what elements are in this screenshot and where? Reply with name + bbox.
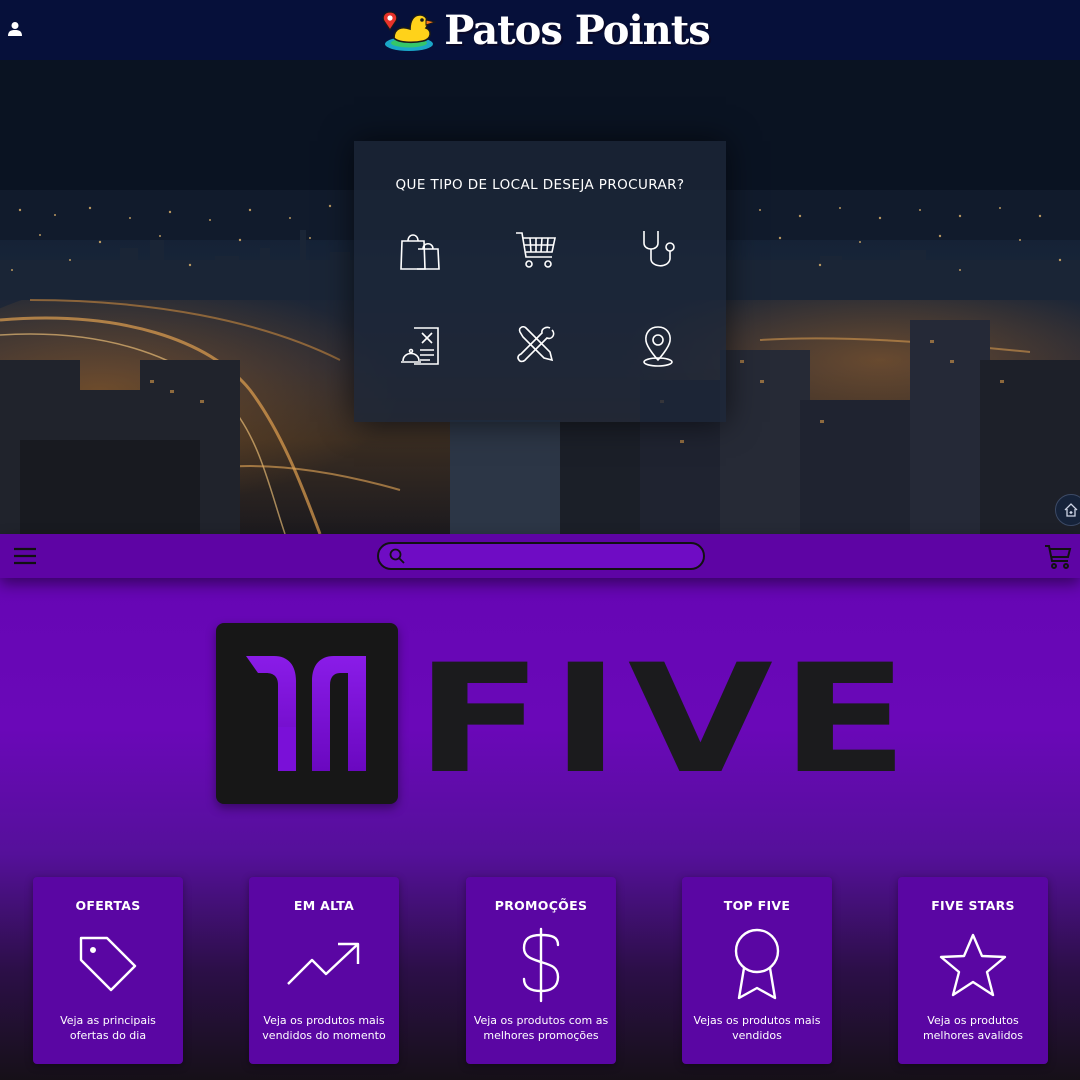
feature-title: PROMOÇÕES [494,898,588,913]
feature-title: EM ALTA [293,898,355,913]
top-header: Patos Points [0,0,1080,60]
feature-desc: Vejas os produtos mais vendidos [693,1014,821,1042]
location-type-card: QUE TIPO DE LOCAL DESEJA PROCURAR? [354,141,726,422]
feature-card-offers[interactable]: OFERTAS Veja as principais ofertas do di… [33,877,183,1064]
category-health[interactable] [628,219,688,279]
dollar-sign-icon [522,927,560,1002]
feature-title: TOP FIVE [723,898,791,913]
store-logo-mark [216,623,398,804]
feature-title: FIVE STARS [931,898,1015,913]
feature-desc: Veja os produtos com as melhores promoçõ… [473,1014,609,1042]
search-bar [377,542,705,570]
hero-section: QUE TIPO DE LOCAL DESEJA PROCURAR? [0,60,1080,534]
tools-icon [517,325,555,363]
feature-card-trending[interactable]: EM ALTA Veja os produtos mais vendidos d… [249,877,399,1064]
search-icon [389,548,405,564]
search-input[interactable] [411,545,703,567]
award-ribbon-icon [734,928,780,999]
category-services[interactable] [506,316,566,376]
home-icon [1064,503,1078,517]
price-tag-icon [79,936,137,991]
shopping-bags-icon [400,234,440,270]
feature-desc: Veja os produtos mais vendidos do moment… [262,1014,386,1042]
feature-card-promotions[interactable]: PROMOÇÕES Veja os produtos com as melhor… [466,877,616,1064]
cart-button[interactable] [1043,543,1073,571]
store-section: FIVE OFERTAS Veja as principais ofertas … [0,578,1080,1080]
store-logo-word: FIVE [415,633,917,807]
location-pin-icon [643,326,673,367]
menu-button[interactable] [12,544,38,568]
category-market[interactable] [506,219,566,279]
stethoscope-icon [643,231,675,267]
category-shopping[interactable] [390,219,450,279]
feature-title: OFERTAS [75,898,141,913]
feature-desc: Veja as principais ofertas do dia [60,1014,156,1042]
category-places[interactable] [628,316,688,376]
brand-title: Patos Points [444,6,710,54]
cart-icon [1045,545,1072,569]
feature-desc: Veja os produtos melhores avalidos [922,1014,1024,1042]
feature-card-five-stars[interactable]: FIVE STARS Veja os produtos melhores ava… [898,877,1048,1064]
user-icon [8,22,22,36]
user-account-button[interactable] [6,18,24,40]
app-root: Patos Points QUE TIPO DE LOCAL DESEJA PR… [0,0,1080,1080]
card-heading: QUE TIPO DE LOCAL DESEJA PROCURAR? [395,177,685,193]
hamburger-menu-icon [14,547,36,565]
category-restaurant[interactable] [390,316,450,376]
trending-up-icon [287,942,360,985]
duck-logo-icon [382,11,437,51]
store-toolbar [0,534,1080,578]
feature-card-top-five[interactable]: TOP FIVE Vejas os produtos mais vendidos [682,877,832,1064]
five-logo-icon [246,656,366,771]
restaurant-menu-icon [401,327,439,365]
brand-logo[interactable]: Patos Points [380,6,711,54]
home-button[interactable] [1055,494,1080,526]
star-icon [939,933,1007,996]
shopping-cart-icon [516,232,556,268]
